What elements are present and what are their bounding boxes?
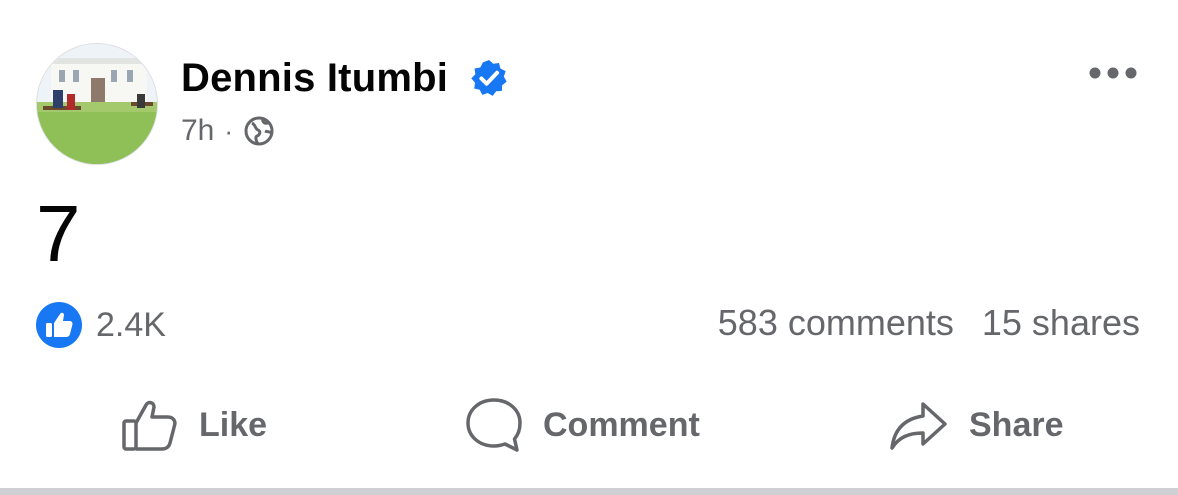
meta-separator: · [224, 115, 234, 146]
author-avatar[interactable] [36, 43, 158, 165]
like-reaction-icon [36, 302, 82, 348]
more-options-icon[interactable] [1088, 63, 1138, 83]
avatar-photo [37, 44, 157, 164]
post-card: Dennis Itumbi 7h · 7 2.4K 583 comments 1… [0, 0, 1178, 488]
feed-divider [0, 488, 1178, 495]
globe-icon [244, 116, 274, 146]
post-actions: Like Comment Share [0, 392, 1178, 466]
engagement-stats: 583 comments 15 shares [718, 302, 1140, 344]
post-time[interactable]: 7h [181, 114, 214, 148]
thumbs-up-icon [122, 400, 177, 451]
comments-count[interactable]: 583 comments [718, 302, 954, 344]
author-name[interactable]: Dennis Itumbi [181, 56, 448, 101]
post-text: 7 [36, 189, 81, 278]
verified-badge-icon [471, 59, 507, 96]
reactions-summary[interactable]: 2.4K [36, 302, 166, 348]
share-button[interactable]: Share [889, 396, 1064, 454]
comment-label: Comment [543, 405, 700, 444]
share-label: Share [969, 405, 1064, 444]
post-meta: 7h · [181, 114, 275, 148]
like-count: 2.4K [96, 305, 166, 344]
comment-button[interactable]: Comment [465, 396, 700, 454]
comment-bubble-icon [466, 398, 522, 452]
like-label: Like [199, 405, 268, 444]
shares-count[interactable]: 15 shares [982, 302, 1140, 344]
like-button[interactable]: Like [121, 396, 267, 454]
share-arrow-icon [890, 402, 947, 450]
